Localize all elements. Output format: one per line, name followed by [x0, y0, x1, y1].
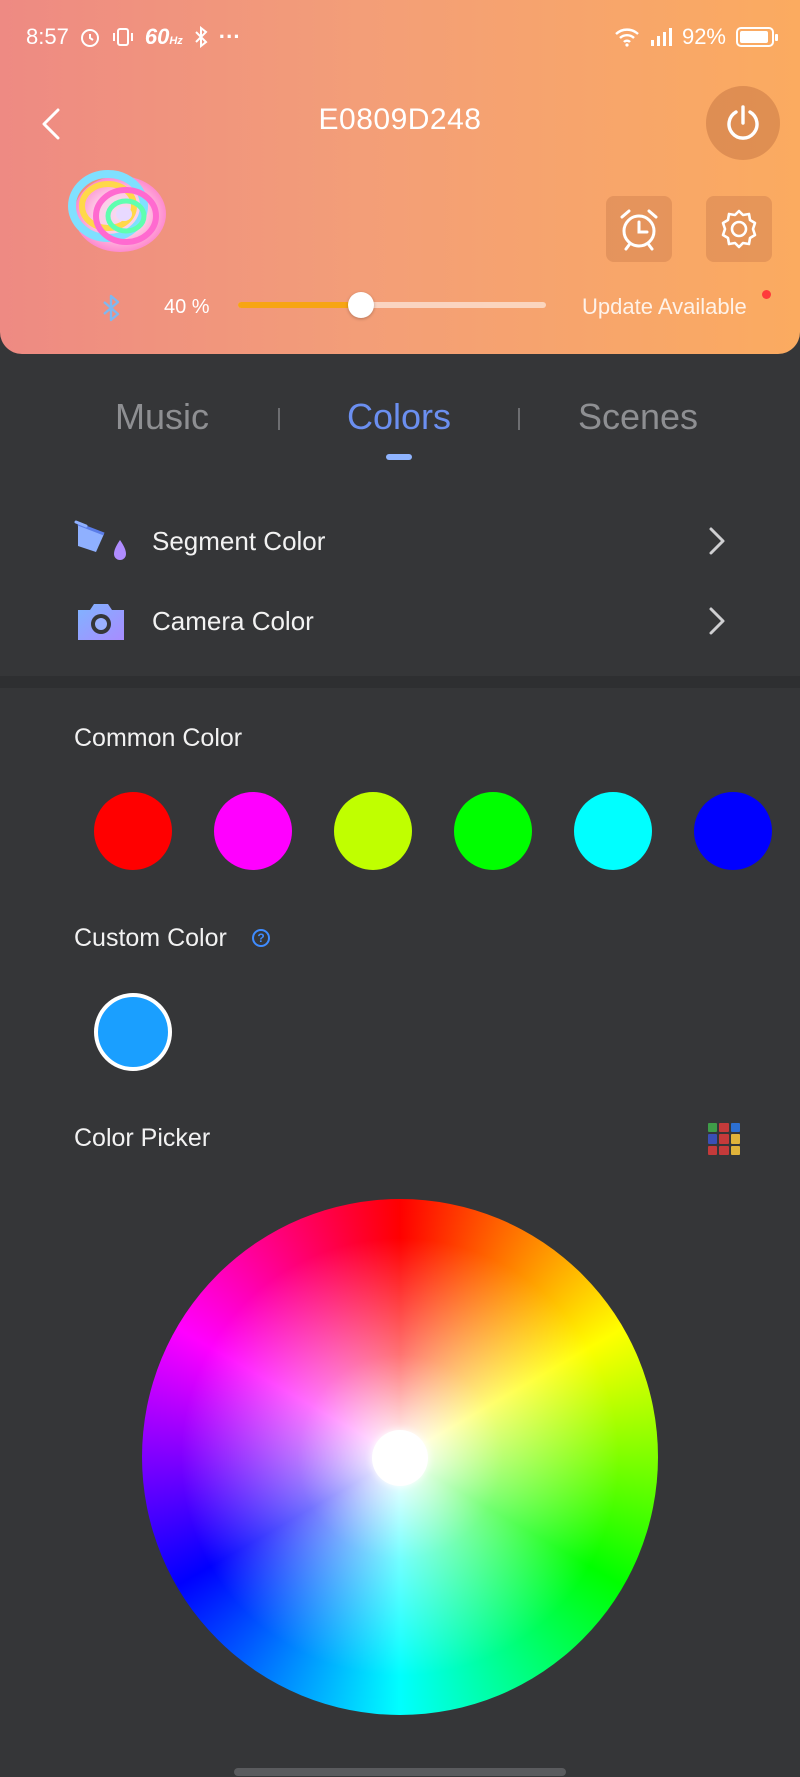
color-wheel-handle[interactable]: [372, 1430, 428, 1486]
schedule-button[interactable]: [606, 196, 672, 262]
mode-tabs: Music Colors Scenes: [0, 396, 800, 466]
settings-button[interactable]: [706, 196, 772, 262]
device-header: 8:57 60Hz ··· 92% E0809D248 40 % Update …: [0, 0, 800, 354]
power-icon: [727, 105, 759, 140]
chevron-right-icon: [709, 607, 725, 635]
refresh-rate: 60Hz: [144, 24, 183, 49]
brightness-slider[interactable]: [238, 292, 546, 318]
alarm-status-icon: [80, 29, 99, 47]
section-divider: [0, 676, 800, 688]
help-icon[interactable]: ?: [252, 929, 270, 947]
bluetooth-status-icon: [195, 26, 208, 48]
tab-separator: [518, 408, 520, 430]
camera-icon: [78, 604, 124, 640]
device-title: E0809D248: [318, 103, 482, 136]
status-time: 8:57: [26, 24, 69, 49]
tab-colors[interactable]: Colors: [299, 396, 499, 438]
status-bar: 8:57 60Hz ··· 92%: [0, 0, 800, 74]
signal-icon: [650, 28, 672, 46]
common-color-title: Common Color: [74, 724, 243, 752]
gear-icon: [721, 209, 757, 249]
battery-icon: [736, 27, 778, 47]
power-button[interactable]: [706, 86, 780, 160]
battery-percent: 92%: [681, 24, 726, 49]
bluetooth-icon: [103, 294, 120, 322]
active-tab-indicator: [386, 454, 412, 460]
custom-color-swatch[interactable]: [94, 993, 172, 1071]
alarm-clock-icon: [620, 209, 658, 251]
paint-bucket-icon: [74, 520, 126, 560]
vibrate-icon: [112, 28, 133, 46]
color-swatch-magenta[interactable]: [214, 792, 292, 870]
camera-color-row[interactable]: Camera Color: [0, 584, 800, 656]
segment-color-label: Segment Color: [152, 526, 326, 556]
camera-color-label: Camera Color: [152, 606, 314, 636]
update-badge-dot: [762, 290, 771, 299]
custom-color-title: Custom Color: [74, 924, 227, 952]
update-available-link[interactable]: Update Available: [582, 294, 747, 320]
color-swatch-red[interactable]: [94, 792, 172, 870]
chevron-right-icon: [709, 527, 725, 555]
status-right: 92%: [614, 24, 778, 50]
wifi-icon: [615, 28, 639, 47]
palette-grid-icon[interactable]: [708, 1123, 740, 1155]
more-status: ···: [218, 24, 241, 49]
segment-color-row[interactable]: Segment Color: [0, 504, 800, 576]
color-swatch-green[interactable]: [454, 792, 532, 870]
color-swatch-blue[interactable]: [694, 792, 772, 870]
color-swatch-lime[interactable]: [334, 792, 412, 870]
home-indicator: [234, 1768, 566, 1776]
color-picker-title: Color Picker: [74, 1124, 211, 1152]
tab-scenes[interactable]: Scenes: [538, 396, 738, 438]
status-left: 8:57 60Hz ···: [26, 24, 241, 50]
led-strip-image: [68, 164, 170, 254]
brightness-slider-thumb[interactable]: [348, 292, 375, 318]
color-swatch-cyan[interactable]: [574, 792, 652, 870]
brightness-slider-fill: [238, 302, 362, 308]
tab-separator: [278, 408, 280, 430]
brightness-value: 40 %: [164, 296, 210, 318]
tab-music[interactable]: Music: [62, 396, 262, 438]
